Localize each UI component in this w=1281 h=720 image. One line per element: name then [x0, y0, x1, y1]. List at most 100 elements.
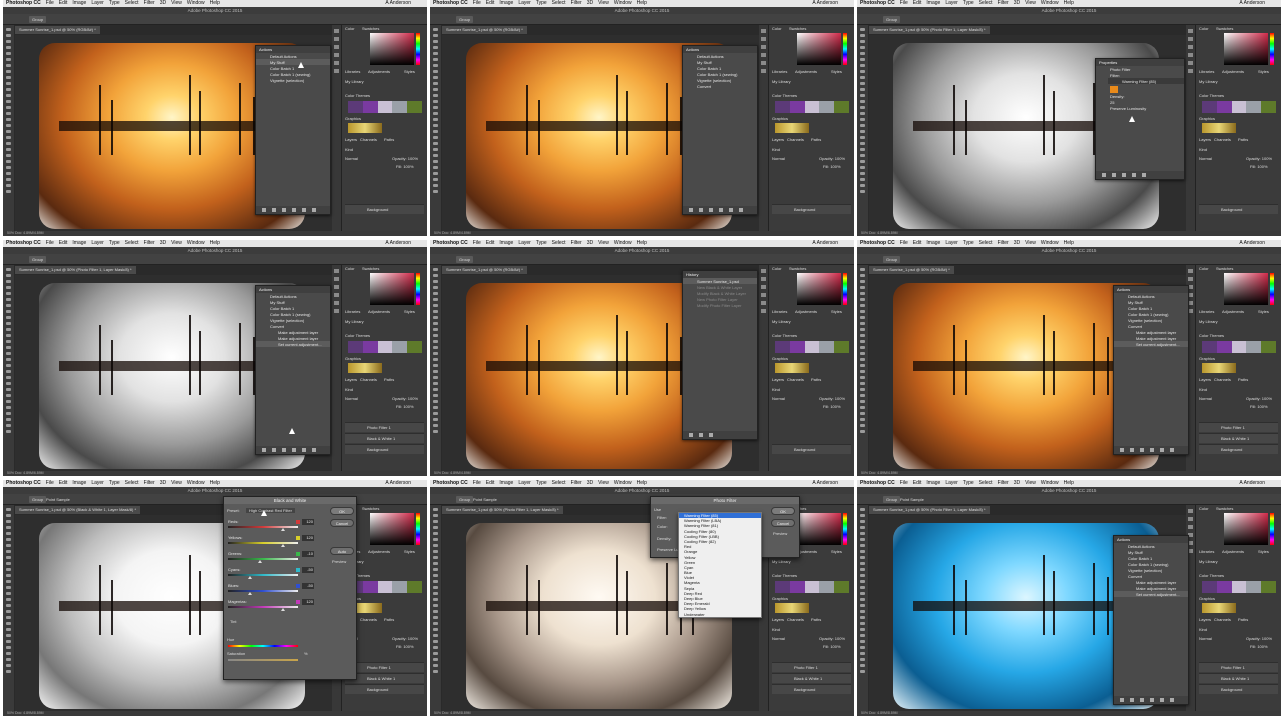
color-theme-swatches[interactable] [348, 341, 422, 353]
tool-icon[interactable] [860, 316, 865, 319]
tool-icon[interactable] [860, 508, 865, 511]
tool-icon[interactable] [6, 58, 11, 61]
tool-icon[interactable] [6, 304, 11, 307]
action-control-icon[interactable] [1130, 698, 1134, 702]
opacity-field[interactable]: Opacity: 100% [392, 396, 418, 401]
sample-size-dropdown[interactable]: Point Sample [897, 496, 927, 503]
my-library-dropdown[interactable]: My Library [772, 559, 791, 564]
tool-icon[interactable] [860, 118, 865, 121]
tool-icon[interactable] [860, 622, 865, 625]
menu-item[interactable]: Layer [91, 0, 104, 6]
menu-item[interactable]: File [900, 480, 908, 486]
theme-swatch[interactable] [407, 101, 422, 113]
document-tab[interactable]: Summer Sunrise_1.psd @ 50% (RGB/8#) * [442, 266, 527, 274]
hue-slider[interactable] [416, 273, 420, 305]
tool-icon[interactable] [6, 130, 11, 133]
tab-adjustments[interactable]: Adjustments [1222, 549, 1244, 554]
action-control-icon[interactable] [282, 208, 286, 212]
layer-row[interactable]: Photo Filter 1 [345, 422, 424, 432]
theme-swatch[interactable] [1202, 101, 1217, 113]
tool-icon[interactable] [433, 550, 438, 553]
auto-select-dropdown[interactable]: Group [29, 16, 47, 23]
menu-item[interactable]: Image [72, 240, 86, 246]
tab-channels[interactable]: Channels [787, 377, 804, 382]
layer-row[interactable]: Background [772, 444, 851, 454]
action-control-icon[interactable] [272, 208, 276, 212]
layer-row[interactable]: Photo Filter 1 [1199, 422, 1278, 432]
tool-icon[interactable] [433, 628, 438, 631]
tool-icon[interactable] [433, 376, 438, 379]
my-library-dropdown[interactable]: My Library [772, 319, 791, 324]
layer-kind-filter[interactable]: Kind [772, 147, 780, 152]
menu-item[interactable]: Edit [486, 480, 495, 486]
color-field[interactable] [1224, 513, 1268, 545]
tab-styles[interactable]: Styles [831, 309, 842, 314]
tab-paths[interactable]: Paths [1238, 137, 1248, 142]
tool-icon[interactable] [6, 142, 11, 145]
tool-icon[interactable] [433, 118, 438, 121]
color-theme-swatches[interactable] [775, 581, 849, 593]
tool-icon[interactable] [433, 526, 438, 529]
tool-icon[interactable] [433, 364, 438, 367]
action-step-row[interactable]: Set current adjustment... [1114, 341, 1188, 347]
slider-value-field[interactable]: 120 [302, 535, 314, 541]
action-row[interactable]: Convert [683, 83, 757, 89]
color-field[interactable] [1224, 33, 1268, 65]
menu-item[interactable]: Help [210, 240, 220, 246]
panel-icon[interactable] [334, 293, 339, 297]
filter-dropdown[interactable]: Warming Filter (85) [1108, 78, 1184, 84]
tool-icon[interactable] [433, 556, 438, 559]
tool-icon[interactable] [6, 514, 11, 517]
color-field[interactable] [370, 513, 414, 545]
tool-icon[interactable] [433, 52, 438, 55]
tab-swatches[interactable]: Swatches [1216, 266, 1233, 271]
panel-icon[interactable] [1188, 277, 1193, 281]
tool-icon[interactable] [6, 610, 11, 613]
menu-item[interactable]: Window [614, 240, 632, 246]
tab-color[interactable]: Color [1199, 506, 1209, 511]
tab-color[interactable]: Color [1199, 26, 1209, 31]
action-control-icon[interactable] [262, 208, 266, 212]
tool-icon[interactable] [6, 388, 11, 391]
theme-swatch[interactable] [819, 101, 835, 113]
theme-swatch[interactable] [834, 101, 849, 113]
panel-icon[interactable] [1188, 69, 1193, 73]
tool-icon[interactable] [860, 538, 865, 541]
tool-icon[interactable] [860, 328, 865, 331]
theme-swatch[interactable] [1231, 101, 1247, 113]
tab-swatches[interactable]: Swatches [362, 26, 379, 31]
tool-icon[interactable] [6, 628, 11, 631]
graphic-thumbnail[interactable] [348, 123, 382, 133]
user-name[interactable]: A Anderson [385, 240, 411, 247]
action-control-icon[interactable] [1140, 448, 1144, 452]
tool-icon[interactable] [860, 568, 865, 571]
menu-item[interactable]: Image [499, 480, 513, 486]
tool-icon[interactable] [6, 310, 11, 313]
tool-icon[interactable] [6, 334, 11, 337]
slider-track[interactable] [228, 558, 298, 560]
tool-icon[interactable] [860, 646, 865, 649]
user-name[interactable]: A Anderson [385, 480, 411, 487]
history-control-icon[interactable] [709, 433, 713, 437]
menu-item[interactable]: Type [536, 240, 547, 246]
menu-item[interactable]: 3D [160, 240, 166, 246]
tool-icon[interactable] [860, 634, 865, 637]
menu-item[interactable]: Image [926, 0, 940, 6]
tab-channels[interactable]: Channels [787, 137, 804, 142]
menu-item[interactable]: Filter [144, 240, 155, 246]
tool-icon[interactable] [860, 52, 865, 55]
tool-icon[interactable] [6, 370, 11, 373]
blend-mode-dropdown[interactable]: Normal [1199, 396, 1212, 401]
tool-icon[interactable] [433, 520, 438, 523]
tool-icon[interactable] [860, 100, 865, 103]
tool-icon[interactable] [6, 298, 11, 301]
panel-icon[interactable] [761, 301, 766, 305]
color-theme-swatches[interactable] [1202, 341, 1276, 353]
tool-icon[interactable] [433, 532, 438, 535]
panel-icon[interactable] [761, 45, 766, 49]
menu-item[interactable]: Filter [571, 480, 582, 486]
action-control-icon[interactable] [262, 448, 266, 452]
panel-icon[interactable] [1188, 53, 1193, 57]
tool-icon[interactable] [860, 190, 865, 193]
theme-swatch[interactable] [1261, 101, 1276, 113]
